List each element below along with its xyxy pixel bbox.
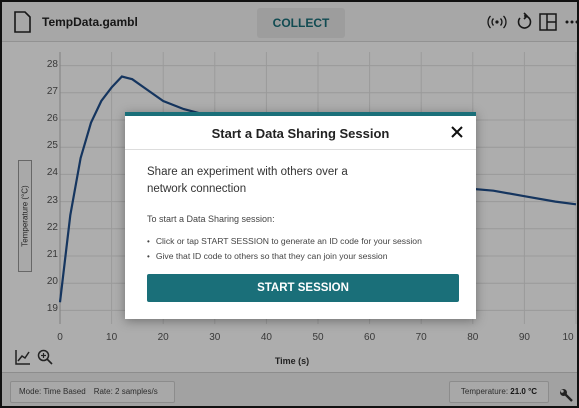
app-window: TempData.gambl COLLECT Temperature (°C) … [0, 0, 579, 408]
data-sharing-dialog: Start a Data Sharing Session Share an ex… [125, 112, 476, 319]
instruction-list: Click or tap START SESSION to generate a… [147, 234, 467, 264]
start-session-button[interactable]: START SESSION [147, 274, 459, 302]
dialog-title: Start a Data Sharing Session [211, 126, 390, 141]
list-item: Click or tap START SESSION to generate a… [147, 234, 467, 249]
close-icon[interactable] [448, 123, 466, 141]
dialog-description: Share an experiment with others over a n… [147, 166, 348, 195]
list-item: Give that ID code to others so that they… [147, 249, 467, 264]
dialog-instructions: To start a Data Sharing session: [147, 214, 275, 224]
dialog-header: Start a Data Sharing Session [125, 116, 476, 150]
